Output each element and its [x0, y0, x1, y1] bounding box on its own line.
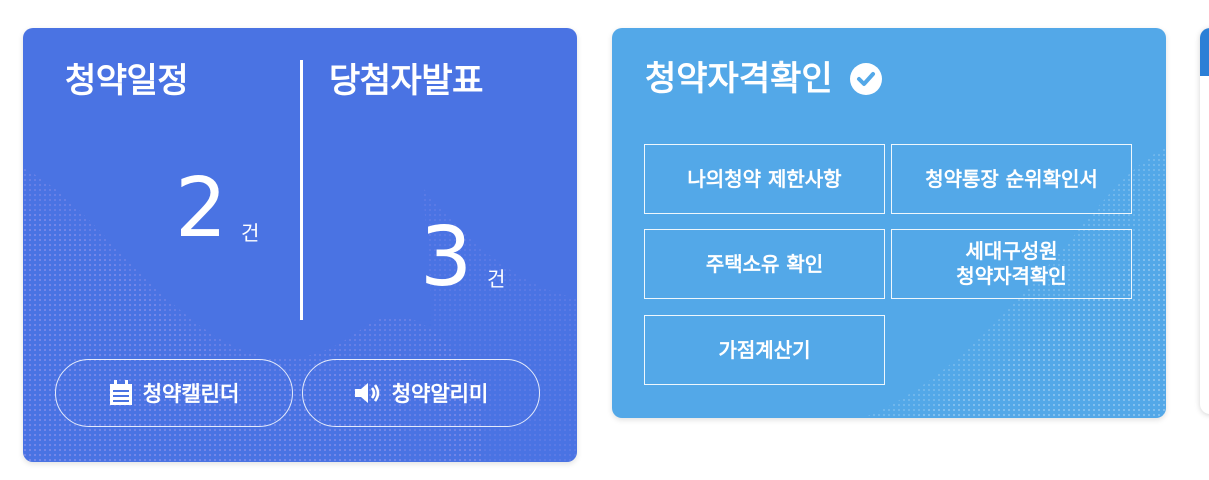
qbtn-label: 세대구성원 청약자격확인 — [956, 239, 1067, 288]
qbtn-label: 주택소유 확인 — [705, 251, 824, 276]
check-circle-icon — [849, 63, 882, 95]
winners-count[interactable]: 3 — [420, 217, 472, 299]
partial-card-header — [1200, 28, 1209, 76]
schedule-count[interactable]: 2 — [175, 168, 227, 250]
my-subscription-restrictions-button[interactable]: 나의청약 제한사항 — [644, 144, 885, 214]
speaker-icon — [354, 383, 379, 403]
schedule-title[interactable]: 청약일정 — [65, 60, 189, 102]
winners-unit: 건 — [487, 267, 506, 291]
calendar-button[interactable]: 청약캘린더 — [55, 359, 293, 427]
schedule-unit: 건 — [241, 221, 260, 245]
calendar-button-label: 청약캘린더 — [142, 382, 240, 406]
winners-title[interactable]: 당첨자발표 — [329, 60, 499, 102]
household-member-qualification-button[interactable]: 세대구성원 청약자격확인 — [891, 229, 1132, 299]
account-rank-certificate-button[interactable]: 청약통장 순위확인서 — [891, 144, 1132, 214]
alarm-button[interactable]: 청약알리미 — [302, 359, 540, 427]
calendar-icon — [109, 380, 132, 405]
partial-card — [1200, 28, 1209, 414]
qbtn-label: 청약통장 순위확인서 — [925, 166, 1098, 191]
qbtn-label: 나의청약 제한사항 — [687, 166, 842, 191]
qbtn-label: 가점계산기 — [718, 337, 811, 362]
stat-divider — [300, 60, 303, 320]
qualification-title: 청약자격확인 — [645, 56, 883, 102]
schedule-card: 청약일정 2 건 당첨자발표 3 건 청약캘린더 청약알리미 — [23, 28, 577, 462]
house-ownership-check-button[interactable]: 주택소유 확인 — [644, 229, 885, 299]
score-calculator-button[interactable]: 가점계산기 — [644, 315, 885, 385]
qualification-card: 청약자격확인 나의청약 제한사항 청약통장 순위확인서 주택소유 확인 세대구성… — [612, 28, 1166, 418]
qualification-title-text: 청약자격확인 — [645, 59, 833, 99]
alarm-button-label: 청약알리미 — [391, 382, 489, 406]
